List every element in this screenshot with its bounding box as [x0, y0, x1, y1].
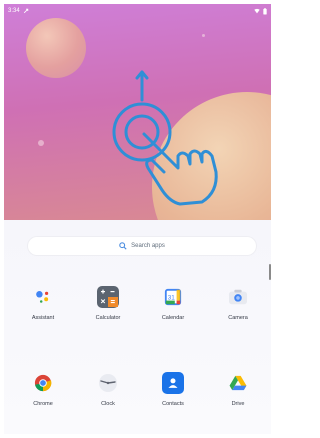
search-placeholder: Search apps: [131, 243, 165, 249]
app-label: Clock: [101, 401, 115, 407]
app-label: Contacts: [162, 401, 184, 407]
search-apps-field[interactable]: Search apps: [28, 237, 256, 255]
scrollbar-handle[interactable]: [269, 264, 271, 280]
svg-text:31: 31: [168, 294, 176, 301]
wallpaper-orb-small: [26, 18, 86, 78]
wifi-icon: [254, 8, 260, 14]
app-camera[interactable]: Camera: [208, 286, 268, 321]
app-label: Camera: [228, 315, 248, 321]
status-time: 3:34: [8, 8, 20, 14]
battery-icon: [263, 7, 267, 14]
chrome-icon: [32, 372, 54, 394]
wallpaper-dot: [202, 34, 205, 37]
home-wallpaper: 3:34: [4, 4, 271, 220]
app-calendar[interactable]: 31 Calendar: [143, 286, 203, 321]
clock-icon: [97, 372, 119, 394]
status-bar: 3:34: [4, 4, 271, 18]
app-contacts[interactable]: Contacts: [143, 372, 203, 407]
google-assistant-icon: [32, 286, 54, 308]
app-label: Calculator: [95, 315, 121, 321]
calculator-icon: [97, 286, 119, 308]
search-icon: [119, 242, 127, 250]
notification-sync-icon: [23, 8, 28, 14]
app-clock[interactable]: Clock: [78, 372, 138, 407]
contacts-icon: [162, 372, 184, 394]
app-label: Calendar: [161, 315, 185, 321]
app-drive[interactable]: Drive: [208, 372, 268, 407]
device-screen: 3:34 Search apps Assistant Calculator 31…: [4, 4, 271, 434]
app-drawer[interactable]: Search apps Assistant Calculator 31 Cale…: [4, 220, 271, 434]
app-chrome[interactable]: Chrome: [13, 372, 73, 407]
app-assistant[interactable]: Assistant: [13, 286, 73, 321]
drive-icon: [227, 372, 249, 394]
wallpaper-dot: [38, 140, 44, 146]
app-label: Chrome: [33, 401, 53, 407]
swipe-up-gesture-icon: [112, 70, 218, 206]
app-label: Assistant: [31, 315, 55, 321]
camera-icon: [227, 286, 249, 308]
calendar-icon: 31: [162, 286, 184, 308]
app-calculator[interactable]: Calculator: [78, 286, 138, 321]
app-label: Drive: [231, 401, 245, 407]
